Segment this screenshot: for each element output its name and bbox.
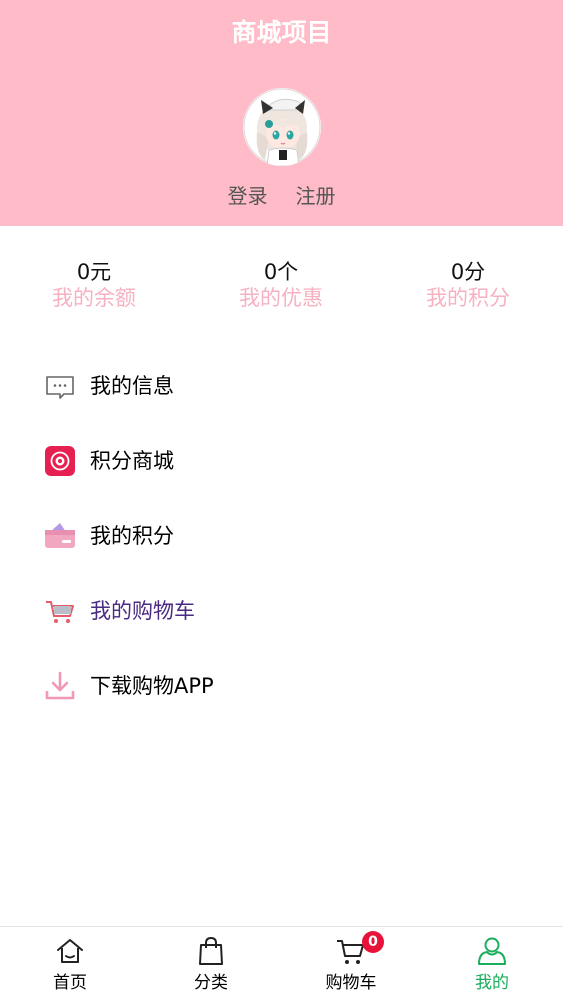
profile-menu: 我的信息 积分商城 我的积分 我的购物车 下载购物APP xyxy=(0,348,563,723)
tab-home[interactable]: 首页 xyxy=(0,927,140,1001)
auth-links: 登录 注册 xyxy=(0,182,563,210)
stat-value: 0元 xyxy=(76,260,112,284)
user-icon xyxy=(477,936,507,966)
menu-item-label: 下载购物APP xyxy=(90,674,214,698)
tab-label: 分类 xyxy=(194,973,228,993)
stat-label: 我的优惠 xyxy=(239,286,323,310)
menu-item-label: 我的购物车 xyxy=(90,599,195,623)
menu-item-download-app[interactable]: 下载购物APP xyxy=(0,648,563,723)
stat-label: 我的余额 xyxy=(52,286,136,310)
home-icon xyxy=(55,936,85,966)
page-title: 商城项目 xyxy=(231,18,332,47)
profile-header: 商城项目 登录 注册 xyxy=(0,0,563,226)
tab-profile[interactable]: 我的 xyxy=(422,927,562,1001)
avatar-illustration xyxy=(243,88,321,166)
menu-item-my-cart[interactable]: 我的购物车 xyxy=(0,573,563,648)
tab-label: 我的 xyxy=(475,973,509,993)
card-icon xyxy=(44,520,76,552)
register-link[interactable]: 注册 xyxy=(296,182,336,210)
stat-label: 我的积分 xyxy=(426,286,510,310)
login-link[interactable]: 登录 xyxy=(228,182,268,210)
tab-category[interactable]: 分类 xyxy=(141,927,281,1001)
tab-cart[interactable]: 0 购物车 xyxy=(281,927,421,1001)
stat-balance[interactable]: 0元 我的余额 xyxy=(24,258,164,312)
cart-count-badge: 0 xyxy=(362,931,384,953)
menu-item-label: 我的信息 xyxy=(90,374,174,398)
menu-item-label: 我的积分 xyxy=(90,524,174,548)
account-stats: 0元 我的余额 0个 我的优惠 0分 我的积分 xyxy=(0,258,563,318)
message-icon xyxy=(44,370,76,402)
tab-label: 购物车 xyxy=(325,973,377,993)
points-mall-icon xyxy=(44,445,76,477)
bottom-tab-bar: 首页 分类 0 购物车 我的 xyxy=(0,926,563,1001)
stat-value: 0个 xyxy=(263,260,299,284)
cart-icon xyxy=(44,595,76,627)
avatar[interactable] xyxy=(243,88,321,166)
tab-label: 首页 xyxy=(53,973,87,993)
menu-item-my-info[interactable]: 我的信息 xyxy=(0,348,563,423)
stat-value: 0分 xyxy=(450,260,486,284)
menu-item-label: 积分商城 xyxy=(90,449,174,473)
download-icon xyxy=(44,670,76,702)
menu-item-points-mall[interactable]: 积分商城 xyxy=(0,423,563,498)
bag-icon xyxy=(196,936,226,966)
stat-points[interactable]: 0分 我的积分 xyxy=(398,258,538,312)
stat-coupons[interactable]: 0个 我的优惠 xyxy=(211,258,351,312)
menu-item-my-points[interactable]: 我的积分 xyxy=(0,498,563,573)
